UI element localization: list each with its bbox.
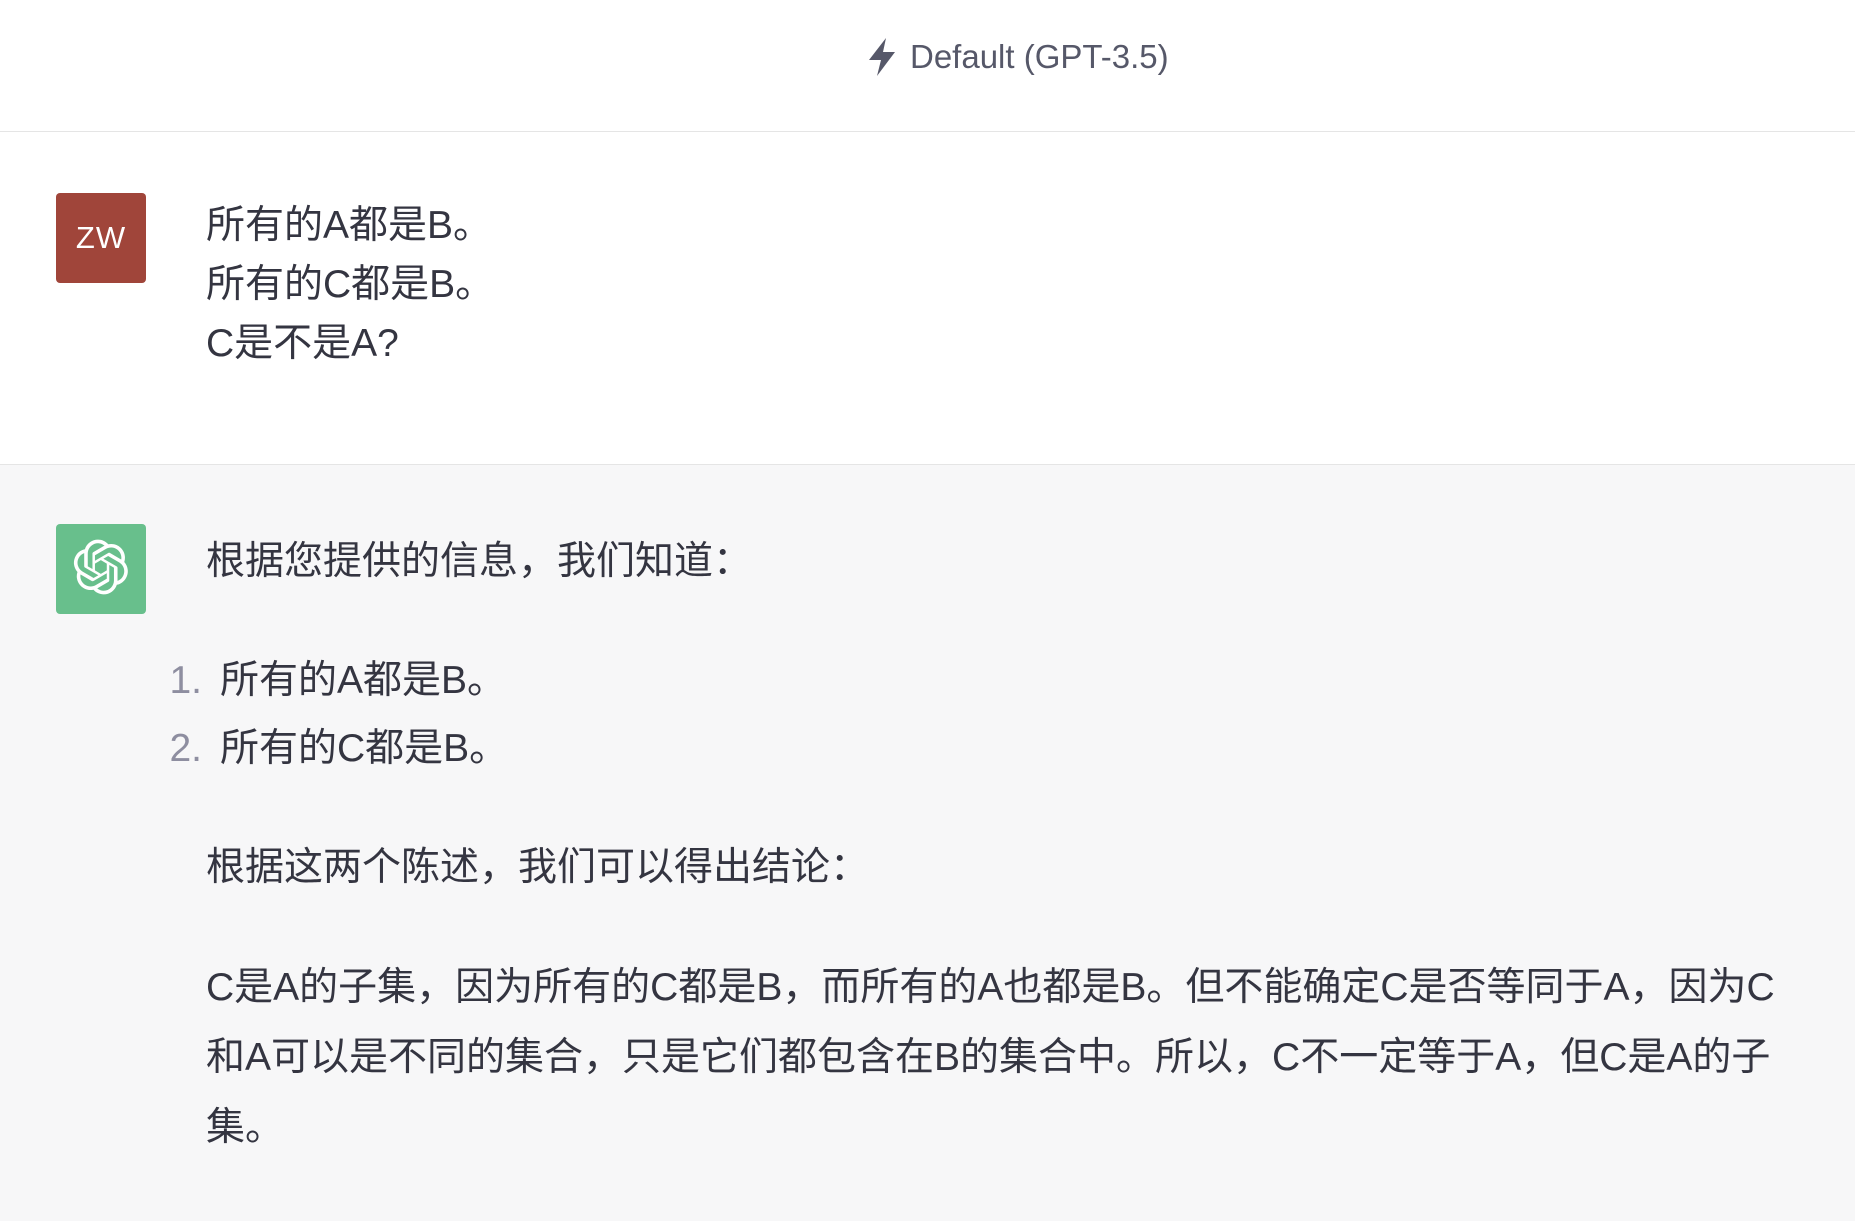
openai-logo-icon (73, 539, 129, 600)
lightning-bolt-icon (866, 38, 898, 76)
list-item-text: 所有的C都是B。 (220, 727, 509, 770)
list-item-number: 2. (169, 727, 202, 770)
list-item-number: 1. (169, 659, 202, 702)
model-header: Default (GPT-3.5) (0, 0, 1855, 132)
assistant-message: 根据您提供的信息，我们知道： 1. 所有的A都是B。 2. 所有的C都是B。 根… (0, 465, 1855, 1221)
list-item: 2. 所有的C都是B。 (169, 715, 1812, 783)
user-message-text: 所有的A都是B。 所有的C都是B。 C是不是A? (206, 196, 1806, 373)
user-message: ZW 所有的A都是B。 所有的C都是B。 C是不是A? (0, 132, 1855, 465)
user-message-line: C是不是A? (206, 322, 399, 365)
model-indicator: Default (GPT-3.5) (866, 36, 1169, 78)
assistant-avatar (56, 524, 146, 614)
conclusion-intro: 根据这两个陈述，我们可以得出结论： (206, 846, 870, 889)
conclusion-paragraph: C是A的子集，因为所有的C都是B，而所有的A也都是B。但不能确定C是否等同于A，… (206, 966, 1775, 1149)
assistant-message-text: 根据您提供的信息，我们知道： 1. 所有的A都是B。 2. 所有的C都是B。 根… (169, 527, 1812, 1213)
user-avatar-initials: ZW (75, 220, 127, 255)
answer-list: 1. 所有的A都是B。 2. 所有的C都是B。 (169, 647, 1812, 783)
user-message-line: 所有的C都是B。 (206, 263, 495, 306)
model-label: Default (GPT-3.5) (910, 38, 1169, 75)
user-message-line: 所有的A都是B。 (206, 204, 493, 247)
user-avatar: ZW (56, 193, 146, 283)
list-item: 1. 所有的A都是B。 (169, 647, 1812, 715)
list-item-text: 所有的A都是B。 (220, 659, 507, 702)
answer-intro: 根据您提供的信息，我们知道： (206, 540, 753, 583)
chat-page: Default (GPT-3.5) ZW 所有的A都是B。 所有的C都是B。 C… (0, 0, 1855, 1221)
